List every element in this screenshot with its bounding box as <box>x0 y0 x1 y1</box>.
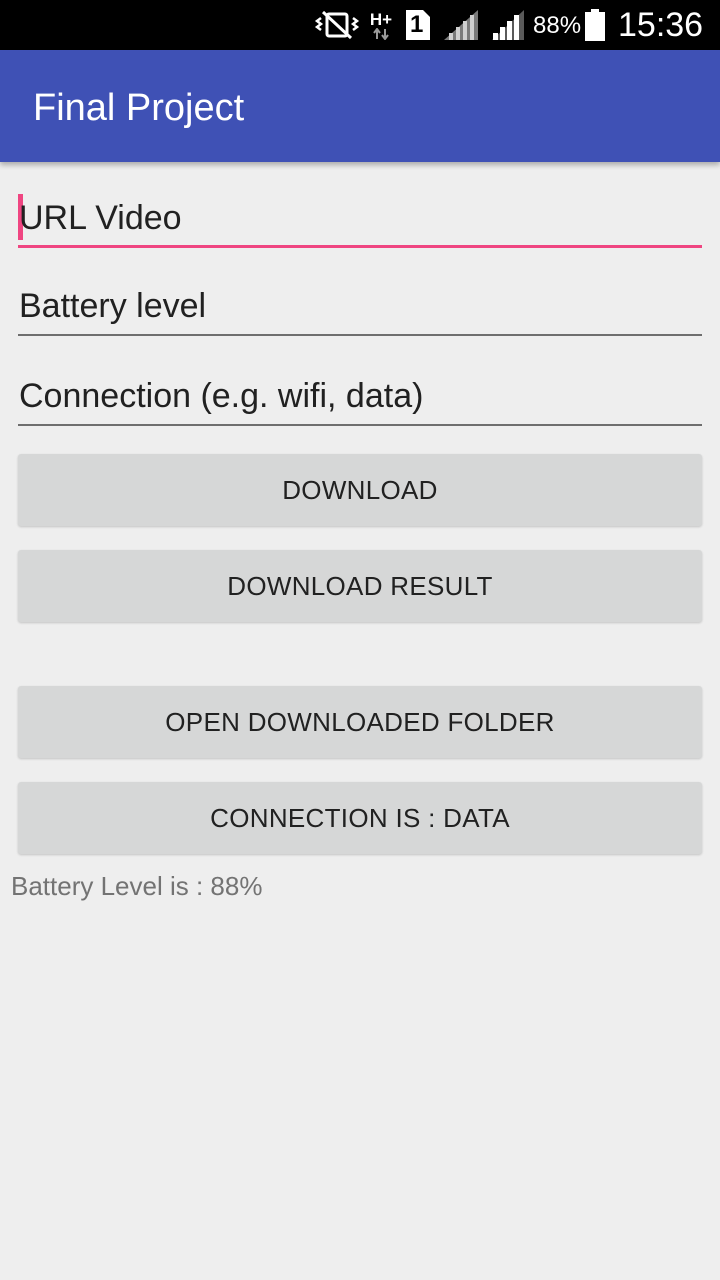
battery-level-text: Battery Level is : 88% <box>11 871 263 901</box>
battery-level-underline <box>18 334 702 336</box>
url-video-hint: URL Video <box>19 199 182 237</box>
battery-level-hint: Battery level <box>19 287 207 325</box>
open-downloaded-folder-button[interactable]: OPEN DOWNLOADED FOLDER <box>18 686 702 758</box>
sim-1-icon: 1 <box>404 9 432 41</box>
app-title: Final Project <box>33 87 245 129</box>
app-screen: H+ 1 88% 15:36 Final Project URL Video B… <box>0 0 720 1280</box>
download-result-button[interactable]: DOWNLOAD RESULT <box>18 550 702 622</box>
status-bar: H+ 1 88% 15:36 <box>0 0 720 50</box>
app-bar: Final Project <box>0 50 720 162</box>
sim-slot-label: 1 <box>410 11 424 38</box>
connection-status-button[interactable]: CONNECTION IS : DATA <box>18 782 702 854</box>
vibrate-mute-icon <box>312 9 362 41</box>
battery-level-input[interactable]: Battery level <box>18 266 702 336</box>
clock: 15:36 <box>618 6 704 44</box>
signal-icon-sim1 <box>442 9 480 41</box>
battery-icon <box>582 9 608 41</box>
connection-hint: Connection (e.g. wifi, data) <box>19 377 424 415</box>
url-video-input[interactable]: URL Video <box>18 178 702 248</box>
download-button[interactable]: DOWNLOAD <box>18 454 702 526</box>
connection-input[interactable]: Connection (e.g. wifi, data) <box>18 356 702 426</box>
connection-underline <box>18 424 702 426</box>
signal-icon-sim2 <box>490 9 526 41</box>
battery-percent-label: 88% <box>533 12 582 39</box>
network-type-label: H+ <box>369 9 393 29</box>
hspa-plus-icon: H+ <box>366 9 396 41</box>
url-video-underline <box>18 245 702 248</box>
